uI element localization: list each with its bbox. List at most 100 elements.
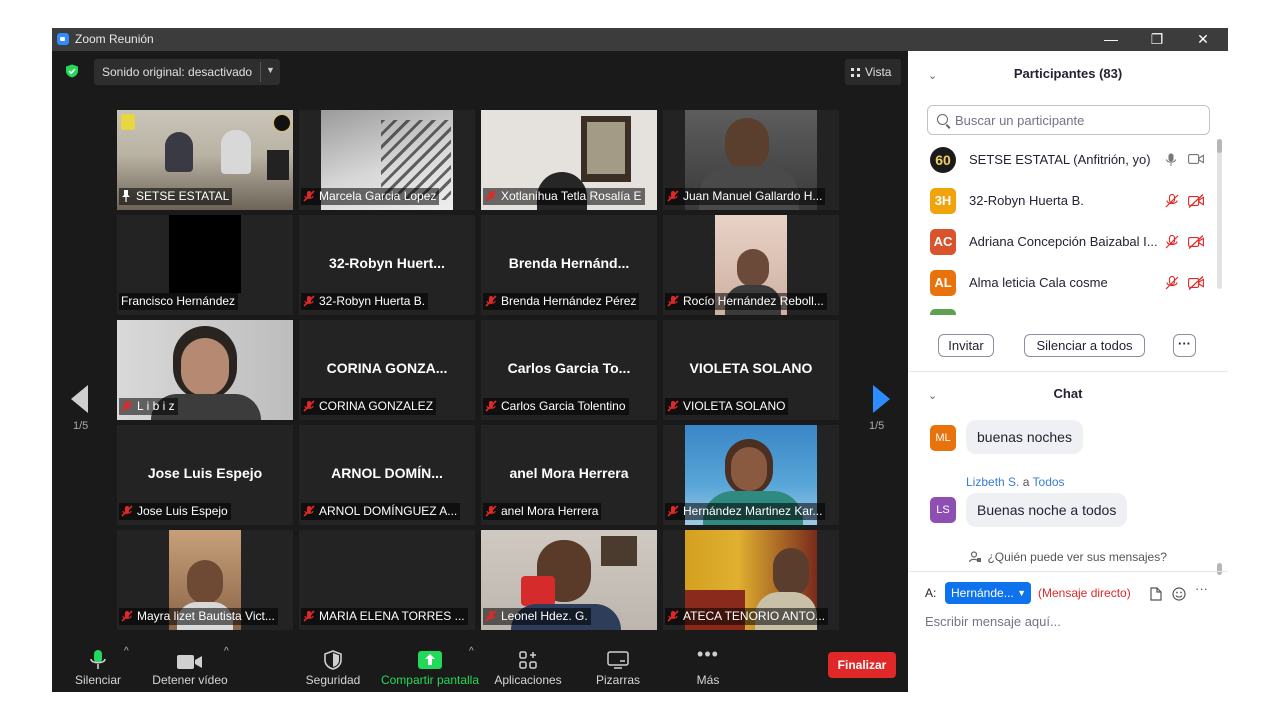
- more-dots-icon: •••: [697, 644, 719, 664]
- next-page-arrow-icon[interactable]: [873, 385, 890, 413]
- zoom-window: Zoom Reunión — ❐ ✕ Sonido original: desa…: [52, 28, 1228, 692]
- participant-video-tile[interactable]: Xotlanihua Tetla Rosalía E: [481, 110, 657, 210]
- participant-video-tile[interactable]: Jose Luis Espejo Jose Luis Espejo: [117, 425, 293, 525]
- invite-button[interactable]: Invitar: [938, 334, 994, 357]
- participant-row[interactable]: AL Alma leticia Cala cosme: [930, 268, 1210, 298]
- audio-options-caret-icon[interactable]: ^: [124, 646, 129, 657]
- participant-video-tile[interactable]: ARNOL DOMÍN... ARNOL DOMÍNGUEZ A...: [299, 425, 475, 525]
- participant-tile-name: Jose Luis Espejo: [147, 465, 263, 481]
- participant-video-tile[interactable]: Brenda Hernánd... Brenda Hernández Pérez: [481, 215, 657, 315]
- participant-tile-label: 32-Robyn Huerta B.: [301, 293, 429, 310]
- participant-tile-label: Brenda Hernández Pérez: [483, 293, 640, 310]
- participant-tile-label: Marcela Garcia Lopez: [301, 188, 440, 205]
- muted-microphone-icon: [121, 610, 133, 622]
- chat-message: Buenas noche a todos: [966, 493, 1128, 527]
- participant-video-tile[interactable]: Carlos Garcia To... Carlos Garcia Tolenti…: [481, 320, 657, 420]
- share-options-caret-icon[interactable]: ^: [469, 646, 474, 657]
- chat-message-input[interactable]: Escribir mensaje aquí...: [925, 614, 1061, 629]
- mute-all-button[interactable]: Silenciar a todos: [1024, 334, 1145, 357]
- participant-avatar: AL: [930, 270, 956, 296]
- participant-video-tile[interactable]: Juan Manuel Gallardo H...: [663, 110, 839, 210]
- muted-microphone-icon: [485, 400, 497, 412]
- file-icon[interactable]: [1150, 587, 1162, 601]
- security-shield-icon[interactable]: [65, 64, 79, 78]
- chat-more-icon[interactable]: ···: [1195, 581, 1208, 596]
- shield-icon: [324, 650, 342, 670]
- participant-video-tile[interactable]: Marcela Garcia Lopez: [299, 110, 475, 210]
- security-button[interactable]: Seguridad: [302, 646, 364, 692]
- participant-video-tile[interactable]: SETSE ESTATAL: [117, 110, 293, 210]
- microphone-icon: [90, 650, 106, 669]
- page-indicator-left: 1/5: [73, 420, 89, 432]
- who-can-see-label: ¿Quién puede ver sus mensajes?: [987, 550, 1167, 564]
- stop-video-label: Detener vídeo: [152, 673, 228, 687]
- view-button[interactable]: Vista: [845, 59, 901, 85]
- participant-tile-label: MARIA ELENA TORRES ...: [301, 608, 468, 625]
- muted-microphone-icon: [667, 610, 679, 622]
- muted-microphone-icon: [121, 400, 133, 412]
- video-camera-icon: [177, 655, 202, 669]
- search-placeholder: Buscar un participante: [955, 113, 1085, 128]
- whiteboards-button[interactable]: Pizarras: [592, 646, 644, 692]
- who-can-see-messages[interactable]: ¿Quién puede ver sus mensajes?: [908, 550, 1228, 564]
- chat-avatar: ML: [930, 425, 956, 451]
- participant-name: Mayra lizet Bautista Vict...: [137, 609, 275, 623]
- participant-video-tile[interactable]: L i b i z: [117, 320, 293, 420]
- participant-video-tile[interactable]: Rocío Hernández Reboll...: [663, 215, 839, 315]
- chevron-down-icon[interactable]: ▼: [266, 65, 275, 75]
- end-meeting-button[interactable]: Finalizar: [828, 652, 896, 678]
- more-button[interactable]: ••• Más: [686, 644, 730, 692]
- original-sound-toggle[interactable]: Sonido original: desactivado ▼: [94, 59, 280, 85]
- participant-video-tile[interactable]: ATECA TENORIO ANTO...: [663, 530, 839, 630]
- participant-video-tile[interactable]: Hernández Martinez Kar...: [663, 425, 839, 525]
- whiteboard-icon: [607, 651, 629, 669]
- participant-row[interactable]: 60 SETSE ESTATAL (Anfitrión, yo): [930, 145, 1210, 175]
- participant-row[interactable]: 3H 32-Robyn Huerta B.: [930, 186, 1210, 216]
- participant-video-tile[interactable]: VIOLETA SOLANO VIOLETA SOLANO: [663, 320, 839, 420]
- participant-video-tile[interactable]: Leonel Hdez. G.: [481, 530, 657, 630]
- participant-name: Hernández Martinez Kar...: [683, 504, 823, 518]
- participant-tile-name: CORINA GONZA...: [326, 360, 448, 376]
- emoji-icon[interactable]: [1172, 587, 1186, 601]
- chat-sender[interactable]: Lizbeth S.: [966, 475, 1019, 489]
- chat-message-meta: Lizbeth S. a Todos: [966, 475, 1065, 489]
- participant-tile-label: anel Mora Herrera: [483, 503, 602, 520]
- participant-name: ARNOL DOMÍNGUEZ A...: [319, 504, 458, 518]
- microphone-icon: [1165, 153, 1177, 166]
- participant-list-scrollbar[interactable]: [1217, 139, 1222, 289]
- muted-microphone-icon: [121, 505, 133, 517]
- participants-more-button[interactable]: ···: [1173, 334, 1196, 357]
- participants-header: Participantes (83): [1013, 66, 1123, 81]
- participant-video-tile[interactable]: MARIA ELENA TORRES ...: [299, 530, 475, 630]
- participant-tile-label: Xotlanihua Tetla Rosalía E: [483, 188, 645, 205]
- recipient-dropdown[interactable]: Hernánde... ▼: [945, 582, 1031, 604]
- participant-avatar: 3H: [930, 188, 956, 214]
- participant-tile-label: ARNOL DOMÍNGUEZ A...: [301, 503, 461, 520]
- recipient-name: Hernánde...: [951, 586, 1014, 600]
- stop-video-button[interactable]: Detener vídeo: [150, 646, 230, 692]
- muted-microphone-icon: [303, 400, 315, 412]
- video-options-caret-icon[interactable]: ^: [224, 646, 229, 657]
- pin-icon: [122, 190, 130, 202]
- previous-page-arrow-icon[interactable]: [71, 385, 88, 413]
- view-label: Vista: [865, 65, 892, 79]
- apps-button[interactable]: Aplicaciones: [492, 646, 564, 692]
- participant-video-tile[interactable]: CORINA GONZA... CORINA GONZALEZ: [299, 320, 475, 420]
- participant-video-tile[interactable]: Mayra lizet Bautista Vict...: [117, 530, 293, 630]
- close-button[interactable]: ✕: [1180, 28, 1226, 51]
- muted-microphone-icon: [303, 610, 315, 622]
- muted-microphone-icon: [1165, 194, 1179, 208]
- title-bar: Zoom Reunión — ❐ ✕: [52, 28, 1228, 51]
- restore-button[interactable]: ❐: [1134, 28, 1180, 51]
- share-screen-button[interactable]: Compartir pantalla: [378, 646, 482, 692]
- participant-name: Francisco Hernández: [121, 294, 236, 308]
- minimize-button[interactable]: —: [1088, 28, 1134, 51]
- participant-video-tile[interactable]: Francisco Hernández: [117, 215, 293, 315]
- mute-button[interactable]: Silenciar: [70, 646, 126, 692]
- participant-video-tile[interactable]: 32-Robyn Huert... 32-Robyn Huerta B.: [299, 215, 475, 315]
- meeting-toolbar: Silenciar ^ Detener vídeo ^ Seguridad Co…: [52, 644, 908, 692]
- participant-search-input[interactable]: Buscar un participante: [927, 105, 1210, 135]
- participant-video-tile[interactable]: anel Mora Herrera anel Mora Herrera: [481, 425, 657, 525]
- participant-row[interactable]: AC Adriana Concepción Baizabal I...: [930, 227, 1210, 257]
- chat-recipient[interactable]: Todos: [1033, 475, 1065, 489]
